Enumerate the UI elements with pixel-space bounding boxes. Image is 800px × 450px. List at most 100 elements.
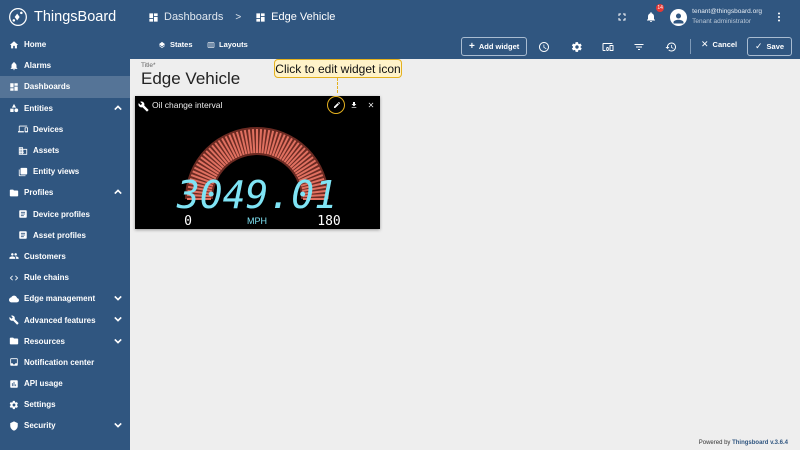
- user-info[interactable]: tenant@thingsboard.org Tenant administra…: [692, 7, 762, 27]
- devices-icon: [17, 124, 28, 135]
- chevron-up-icon[interactable]: [114, 104, 122, 112]
- shield-icon: [8, 420, 19, 431]
- device-profiles-icon: [17, 209, 28, 220]
- history-icon[interactable]: [665, 40, 678, 53]
- gear-icon[interactable]: [571, 40, 584, 53]
- sidebar-item-notification-center[interactable]: Notification center: [0, 352, 130, 373]
- sidebar-item-label: Settings: [24, 400, 56, 410]
- footer-brand-link[interactable]: Thingsboard v.3.6.4: [732, 440, 788, 446]
- sidebar-item-advanced-features[interactable]: Advanced features: [0, 309, 130, 330]
- sidebar-item-entity-views[interactable]: Entity views: [0, 161, 130, 182]
- sidebar-item-settings[interactable]: Settings: [0, 394, 130, 415]
- widget-title: Oil change interval: [152, 100, 223, 110]
- sidebar-item-label: Devices: [33, 124, 64, 134]
- pencil-icon: [333, 101, 340, 108]
- download-icon: [351, 101, 356, 108]
- notification-count-badge: 14: [656, 4, 665, 12]
- sidebar-item-label: Security: [24, 421, 56, 431]
- sidebar-item-devices[interactable]: Devices: [0, 119, 130, 140]
- entity-views-icon: [17, 166, 28, 177]
- dashboards-icon: [8, 81, 19, 92]
- sidebar-item-alarms[interactable]: Alarms: [0, 55, 130, 76]
- sidebar-item-label: Entity views: [33, 167, 80, 177]
- add-widget-button[interactable]: + Add widget: [461, 37, 528, 56]
- save-button[interactable]: ✓ Save: [747, 37, 793, 56]
- more-vert-icon[interactable]: [772, 10, 786, 24]
- top-right-actions: 14 tenant@thingsboard.org Tenant adminis…: [615, 0, 786, 34]
- dashboard-toolbar: States Layouts + Add widget ✕ Cancel ✓ S…: [130, 34, 800, 59]
- thingsboard-logo-icon: [8, 7, 28, 27]
- dashboard-title-input[interactable]: Edge Vehicle: [141, 69, 240, 89]
- edit-widget-button[interactable]: [331, 99, 342, 110]
- asset-profiles-icon: [17, 230, 28, 241]
- layouts-label: Layouts: [219, 40, 248, 49]
- folder-icon: [8, 336, 19, 347]
- sidebar-item-home[interactable]: Home: [0, 34, 130, 55]
- sidebar-item-label: Home: [24, 40, 47, 50]
- sidebar-item-dashboards[interactable]: Dashboards: [0, 76, 130, 98]
- breadcrumb-current: Edge Vehicle: [271, 11, 336, 23]
- brand[interactable]: ThingsBoard: [0, 0, 130, 34]
- sidebar-item-assets[interactable]: Assets: [0, 140, 130, 161]
- sidebar-item-label: Entities: [24, 103, 53, 113]
- timewindow-icon[interactable]: [538, 40, 551, 53]
- chevron-down-icon[interactable]: [114, 315, 122, 323]
- avatar[interactable]: [670, 8, 688, 26]
- gauge-min-label: 0: [184, 214, 192, 229]
- rule-chains-icon: [8, 272, 19, 283]
- sidebar-item-rule-chains[interactable]: Rule chains: [0, 267, 130, 288]
- breadcrumb-dashboards[interactable]: Dashboards: [164, 11, 223, 23]
- sidebar-item-customers[interactable]: Customers: [0, 246, 130, 267]
- devices-layout-icon[interactable]: [602, 40, 615, 53]
- sidebar-item-label: Assets: [33, 146, 60, 156]
- sidebar-item-profiles[interactable]: Profiles: [0, 182, 130, 203]
- chevron-down-icon[interactable]: [114, 421, 122, 429]
- top-bar: Dashboards > Edge Vehicle 14 tenant@thin…: [130, 0, 800, 34]
- inbox-icon: [8, 357, 19, 368]
- footer: Powered by Thingsboard v.3.6.4: [699, 440, 788, 446]
- chevron-up-icon[interactable]: [114, 188, 122, 196]
- wrench-icon: [138, 99, 149, 112]
- entities-icon: [8, 103, 19, 114]
- home-icon: [8, 39, 19, 50]
- digital-speedometer-gauge: 3049.01 0 MPH 180: [176, 127, 341, 229]
- widget-oil-change-interval[interactable]: 3049.01 0 MPH 180 Oil change interval: [135, 96, 380, 229]
- dashboard-title-label: Title*: [141, 62, 156, 69]
- sidebar-item-entities[interactable]: Entities: [0, 98, 130, 119]
- callout-pointer: [337, 78, 338, 93]
- sidebar-item-label: Device profiles: [33, 209, 90, 219]
- close-icon: [368, 102, 373, 107]
- filter-icon[interactable]: [633, 40, 646, 53]
- sidebar-item-security[interactable]: Security: [0, 415, 130, 436]
- chevron-down-icon[interactable]: [114, 337, 122, 345]
- close-icon: ✕: [701, 39, 709, 49]
- fullscreen-icon[interactable]: [615, 10, 629, 24]
- brand-name: ThingsBoard: [34, 9, 117, 25]
- gauge-unit-label: MPH: [247, 216, 267, 226]
- tools-icon: [8, 315, 19, 326]
- gauge-arc-segment: [258, 129, 263, 154]
- export-widget-button[interactable]: [348, 99, 359, 110]
- gauge-value: 3049.01: [176, 173, 337, 217]
- states-button[interactable]: States: [158, 40, 193, 49]
- sidebar-item-label: Resources: [24, 336, 65, 346]
- notifications-button[interactable]: 14: [644, 4, 665, 24]
- widget-header: Oil change interval: [135, 96, 380, 114]
- sidebar-item-device-profiles[interactable]: Device profiles: [0, 204, 130, 225]
- edge-icon: [8, 293, 19, 304]
- sidebar-item-edge-management[interactable]: Edge management: [0, 288, 130, 309]
- cancel-button[interactable]: ✕ Cancel: [701, 39, 737, 50]
- alarm-icon: [8, 60, 19, 71]
- plus-icon: +: [469, 40, 475, 52]
- layouts-button[interactable]: Layouts: [207, 40, 248, 49]
- sidebar-item-asset-profiles[interactable]: Asset profiles: [0, 225, 130, 246]
- sidebar-item-api-usage[interactable]: API usage: [0, 373, 130, 394]
- dashboard-canvas: Title* Edge Vehicle Click to edit widget…: [130, 59, 800, 450]
- layers-icon: [159, 41, 165, 48]
- sidebar-item-resources[interactable]: Resources: [0, 331, 130, 352]
- gauge-max-label: 180: [317, 214, 340, 229]
- remove-widget-button[interactable]: [365, 99, 376, 110]
- chevron-down-icon[interactable]: [114, 294, 122, 302]
- sidebar-item-label: Rule chains: [24, 273, 69, 283]
- gauge-arc-segment: [251, 129, 256, 154]
